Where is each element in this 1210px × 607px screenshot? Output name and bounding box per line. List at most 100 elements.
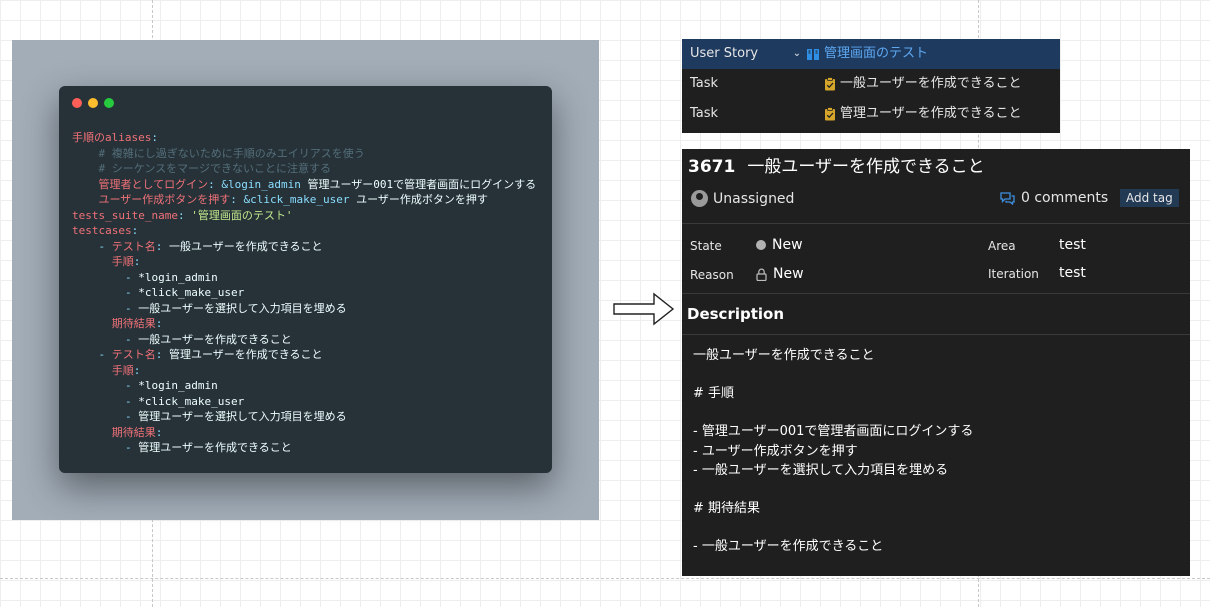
description-summary: 一般ユーザーを作成できること (693, 348, 875, 363)
expected-heading: # 期待結果 (693, 501, 761, 516)
code-token: ユーザー作成ボタンを押す (72, 193, 231, 206)
work-item-title: 3671 一般ユーザーを作成できること (688, 152, 985, 177)
code-token: : (155, 425, 163, 439)
tree-row-user-story[interactable]: User Story ⌄ 管理画面のテスト (682, 39, 1060, 69)
code-token: &login_admin (221, 177, 301, 191)
code-token: : (133, 255, 141, 268)
code-token: ユーザー作成ボタンを押す (349, 193, 488, 206)
assignee-picker[interactable]: Unassigned (691, 190, 794, 207)
task-clipboard-icon (825, 77, 835, 91)
code-token: 管理ユーザーを作成できること (169, 348, 323, 361)
assignee-label: Unassigned (713, 190, 795, 207)
work-item-type: User Story (690, 46, 759, 61)
maximize-dot-icon (104, 98, 114, 108)
expected-item: - 一般ユーザーを作成できること (693, 539, 884, 554)
code-screenshot: 手順のaliases: # 複雑にし過ぎないために手順のみエイリアスを使う # … (12, 40, 599, 520)
code-line: - *click_make_user (72, 394, 536, 410)
code-line: 手順: (72, 254, 536, 270)
code-line: - 管理ユーザーを選択して入力項目を埋める (72, 409, 536, 425)
iteration-value[interactable]: test (1059, 265, 1086, 281)
task-clipboard-icon (825, 107, 835, 121)
code-token: *login_admin (138, 379, 218, 392)
add-tag-button[interactable]: Add tag (1120, 189, 1179, 207)
close-dot-icon (72, 98, 82, 108)
code-line: ユーザー作成ボタンを押す: &click_make_user ユーザー作成ボタン… (72, 192, 536, 208)
divider (682, 293, 1190, 294)
step-item: - 管理ユーザー001で管理者画面にログインする (693, 424, 974, 439)
state-dropdown[interactable]: New (756, 237, 803, 253)
code-token: *login_admin (138, 270, 218, 284)
code-token: tests_suite_name (72, 208, 178, 222)
code-token: - (72, 379, 139, 392)
description-editor[interactable]: 一般ユーザーを作成できること # 手順 - 管理ユーザー001で管理者画面にログ… (693, 346, 973, 557)
work-item-type: Task (690, 76, 719, 91)
user-story-icon (807, 48, 819, 60)
tree-row-task[interactable]: Task 管理ユーザーを作成できること (682, 99, 1060, 129)
steps-heading: # 手順 (693, 386, 735, 401)
code-line: - *click_make_user (72, 285, 536, 301)
code-line: - テスト名: 管理ユーザーを作成できること (72, 347, 536, 363)
lock-icon (756, 268, 767, 281)
code-token: - (72, 332, 139, 346)
code-line: - 管理ユーザーを作成できること (72, 440, 536, 456)
code-token: - (72, 394, 139, 408)
code-token: - (72, 286, 139, 299)
code-line: - *login_admin (72, 378, 536, 394)
comments-link[interactable]: 0 comments (1000, 190, 1108, 206)
code-token: : (155, 239, 169, 253)
iteration-label: Iteration (988, 267, 1039, 281)
tree-row-task[interactable]: Task 一般ユーザーを作成できること (682, 69, 1060, 99)
code-token: 管理ユーザーを選択して入力項目を埋める (138, 410, 347, 423)
code-token: テスト名 (111, 239, 156, 253)
area-value[interactable]: test (1059, 237, 1086, 253)
code-line: # シーケンスをマージできないことに注意する (72, 161, 536, 177)
code-line: - *login_admin (72, 270, 536, 286)
code-token: : (131, 224, 139, 237)
code-token: - (72, 410, 139, 423)
state-label: State (690, 239, 722, 253)
code-token: 手順 (72, 363, 134, 377)
step-item: - 一般ユーザーを選択して入力項目を埋める (693, 463, 949, 478)
work-item-link[interactable]: 一般ユーザーを作成できること (840, 69, 1021, 99)
code-line: 手順: (72, 363, 536, 379)
code-token: - (72, 348, 112, 361)
code-line: 手順のaliases: (72, 130, 536, 146)
code-line: - テスト名: 一般ユーザーを作成できること (72, 239, 536, 255)
code-token: : (208, 177, 222, 191)
code-token: 一般ユーザーを選択して入力項目を埋める (138, 301, 347, 315)
comments-count: 0 comments (1021, 190, 1109, 206)
code-token: 管理ユーザー001で管理者画面にログインする (300, 177, 537, 191)
minimize-dot-icon (88, 98, 98, 108)
code-token: : (133, 363, 141, 377)
comment-icon (1000, 191, 1015, 205)
code-token: - (72, 239, 112, 253)
code-token: 手順のaliases (72, 131, 152, 144)
code-line: - 一般ユーザーを作成できること (72, 332, 536, 348)
guide-line-horizontal (0, 578, 1210, 579)
code-line: - 一般ユーザーを選択して入力項目を埋める (72, 301, 536, 317)
code-token: 手順 (72, 255, 134, 268)
code-line: tests_suite_name: '管理画面のテスト' (72, 208, 536, 224)
chevron-down-icon[interactable]: ⌄ (792, 39, 802, 69)
divider (682, 334, 1190, 335)
yaml-code: 手順のaliases: # 複雑にし過ぎないために手順のみエイリアスを使う # … (72, 130, 536, 456)
code-token: testcases (72, 224, 132, 237)
divider (682, 223, 1190, 224)
state-dot-icon (756, 240, 766, 250)
code-token: # シーケンスをマージできないことに注意する (72, 162, 331, 175)
window-controls (72, 98, 114, 108)
code-token: : (177, 208, 192, 222)
code-line: 管理者としてログイン: &login_admin 管理ユーザー001で管理者画面… (72, 177, 536, 193)
avatar-icon (691, 190, 708, 207)
code-token: 期待結果 (72, 317, 156, 330)
work-item-id: 3671 (688, 157, 736, 177)
work-item-link[interactable]: 管理画面のテスト (824, 39, 928, 69)
reason-field[interactable]: New (756, 266, 804, 282)
code-line: 期待結果: (72, 316, 536, 332)
work-item-title-text[interactable]: 一般ユーザーを作成できること (747, 157, 984, 177)
code-token: : (155, 348, 169, 361)
code-window: 手順のaliases: # 複雑にし過ぎないために手順のみエイリアスを使う # … (59, 86, 552, 473)
code-token: : (151, 131, 158, 144)
work-item-link[interactable]: 管理ユーザーを作成できること (840, 99, 1021, 129)
code-token: 一般ユーザーを作成できること (169, 239, 323, 253)
